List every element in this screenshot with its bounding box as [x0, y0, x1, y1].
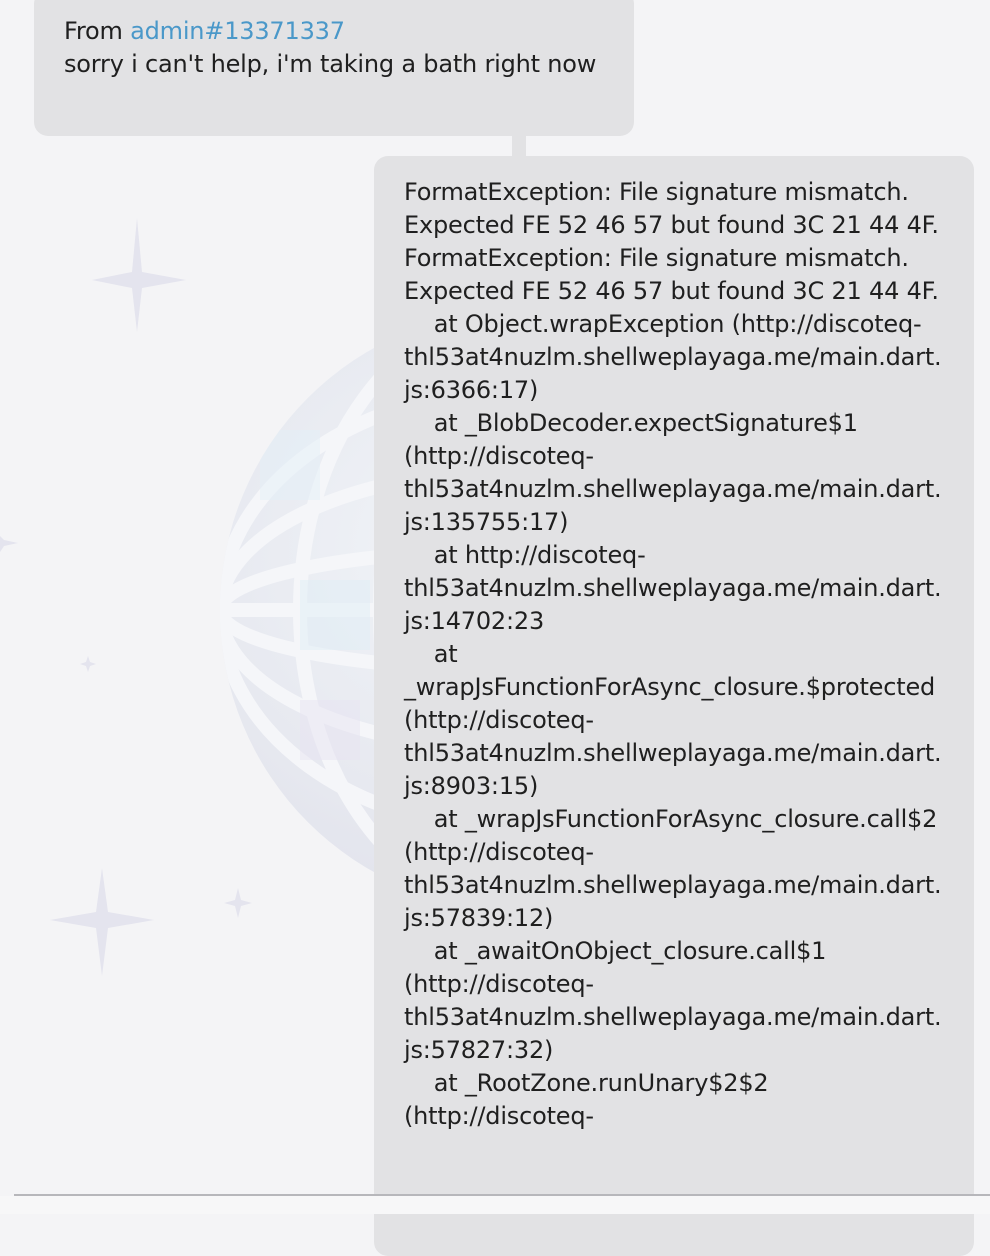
- sender-prefix: From: [64, 17, 123, 45]
- message-sender-line: From admin#13371337: [64, 15, 604, 48]
- error-message-text: FormatException: File signature mismatch…: [404, 178, 942, 1130]
- composer-area: [0, 1196, 990, 1214]
- thread-connector: [512, 136, 526, 156]
- received-message-bubble: From admin#13371337 sorry i can't help, …: [34, 0, 634, 136]
- received-message-text: sorry i can't help, i'm taking a bath ri…: [64, 50, 597, 78]
- sent-message-bubble: FormatException: File signature mismatch…: [374, 156, 974, 1256]
- sender-link[interactable]: admin#13371337: [130, 17, 345, 45]
